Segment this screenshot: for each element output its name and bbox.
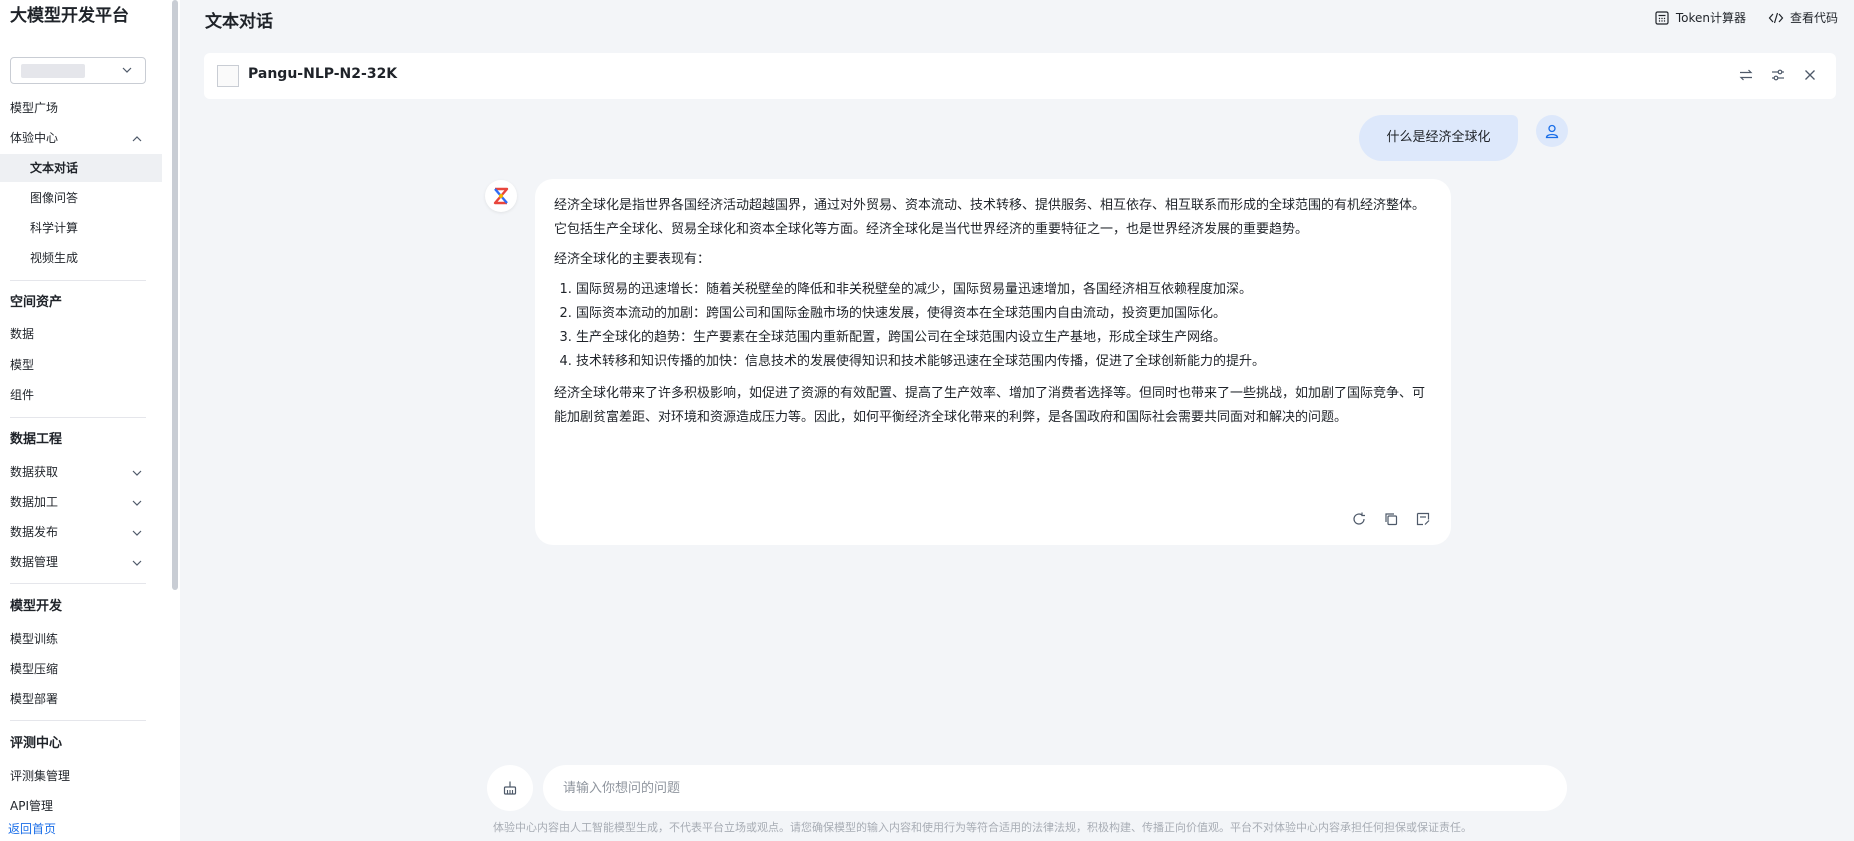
nav-api-manage[interactable]: API管理: [10, 796, 53, 816]
main-area: 文本对话 Token计算器 查看代码 Pangu-NLP-N2-32K 什么是经…: [180, 0, 1854, 841]
nav-data-manage[interactable]: 数据管理: [10, 552, 58, 572]
chevron-down-icon[interactable]: [131, 467, 143, 479]
code-icon: [1768, 12, 1784, 23]
nav-model-train[interactable]: 模型训练: [10, 629, 58, 649]
token-calculator-button[interactable]: Token计算器: [1654, 9, 1746, 26]
broom-icon: [503, 781, 517, 795]
space-select-value: [21, 64, 85, 78]
chevron-up-icon[interactable]: [131, 133, 143, 145]
answer-actions: [1351, 511, 1431, 527]
model-bar: Pangu-NLP-N2-32K: [204, 53, 1836, 99]
nav-eval-set-manage[interactable]: 评测集管理: [10, 766, 70, 786]
nav-model-compress[interactable]: 模型压缩: [10, 659, 58, 679]
user-icon: [1545, 124, 1559, 139]
divider: [10, 583, 146, 584]
nav-model[interactable]: 模型: [10, 355, 34, 375]
clear-chat-button[interactable]: [487, 765, 533, 811]
view-code-button[interactable]: 查看代码: [1768, 9, 1838, 26]
user-avatar: [1536, 115, 1568, 147]
answer-list: 国际贸易的迅速增长：随着关税壁垒的降低和非关税壁垒的减少，国际贸易量迅速增加，各…: [554, 278, 1431, 374]
nav-video-gen[interactable]: 视频生成: [30, 248, 78, 268]
nav-component[interactable]: 组件: [10, 385, 34, 405]
answer-paragraph: 经济全球化带来了许多积极影响，如促进了资源的有效配置、提高了生产效率、增加了消费…: [554, 386, 1426, 425]
sliders-icon[interactable]: [1770, 67, 1786, 83]
refresh-icon[interactable]: [1351, 511, 1367, 527]
nav-text-chat[interactable]: 文本对话: [30, 158, 78, 178]
page-title: 文本对话: [205, 12, 273, 32]
divider: [10, 280, 146, 281]
list-item: 国际贸易的迅速增长：随着关税壁垒的降低和非关税壁垒的减少，国际贸易量迅速增加，各…: [576, 278, 1431, 302]
sidebar-scrollbar[interactable]: [170, 0, 180, 841]
user-message-bubble: 什么是经济全球化: [1359, 115, 1518, 161]
chat-input[interactable]: [543, 765, 1567, 811]
top-actions: Token计算器 查看代码: [1654, 9, 1838, 26]
list-item: 国际资本流动的加剧：跨国公司和国际金融市场的快速发展，使得资本在全球范围内自由流…: [576, 302, 1431, 326]
group-data-engineering: 数据工程: [10, 432, 63, 447]
nav-image-qa[interactable]: 图像问答: [30, 188, 78, 208]
list-item: 生产全球化的趋势：生产要素在全球范围内重新配置，跨国公司在全球范围内设立生产基地…: [576, 326, 1431, 350]
group-space-assets: 空间资产: [10, 295, 63, 310]
nav-data-acquire[interactable]: 数据获取: [10, 462, 58, 482]
chevron-down-icon: [122, 67, 132, 73]
assistant-answer: 经济全球化是指世界各国经济活动超越国界，通过对外贸易、资本流动、技术转移、提供服…: [535, 179, 1451, 545]
nav-model-square[interactable]: 模型广场: [10, 98, 58, 118]
divider: [10, 417, 146, 418]
brand-title: 大模型开发平台: [10, 6, 129, 26]
model-name: Pangu-NLP-N2-32K: [248, 66, 398, 82]
pangu-logo-icon: [493, 187, 509, 205]
disclaimer-text: 体验中心内容由人工智能模型生成，不代表平台立场或观点。请您确保模型的输入内容和使…: [493, 821, 1472, 834]
space-select[interactable]: [10, 57, 146, 84]
model-logo-icon: [217, 65, 239, 87]
view-code-label: 查看代码: [1789, 11, 1838, 25]
back-home-link[interactable]: 返回首页: [8, 820, 56, 837]
chevron-down-icon[interactable]: [131, 527, 143, 539]
feedback-icon[interactable]: [1415, 511, 1431, 527]
nav-model-deploy[interactable]: 模型部署: [10, 689, 58, 709]
copy-icon[interactable]: [1383, 511, 1399, 527]
close-icon[interactable]: [1802, 67, 1818, 83]
nav-data[interactable]: 数据: [10, 324, 34, 344]
nav-science-calc[interactable]: 科学计算: [30, 218, 78, 238]
scrollbar-thumb[interactable]: [172, 0, 178, 590]
nav-data-process[interactable]: 数据加工: [10, 492, 58, 512]
model-bar-actions: [1738, 67, 1818, 83]
sidebar: 大模型开发平台 模型广场 体验中心 文本对话 图像问答 科学计算 视频生成 空间…: [0, 0, 170, 841]
bot-avatar: [485, 180, 517, 212]
list-item: 技术转移和知识传播的加快：信息技术的发展使得知识和技术能够迅速在全球范围内传播，…: [576, 350, 1431, 374]
token-calculator-label: Token计算器: [1675, 11, 1746, 25]
chevron-down-icon[interactable]: [131, 497, 143, 509]
chevron-down-icon[interactable]: [131, 557, 143, 569]
nav-experience-center[interactable]: 体验中心: [10, 128, 58, 148]
answer-paragraph: 经济全球化的主要表现有：: [554, 252, 711, 267]
swap-icon[interactable]: [1738, 67, 1754, 83]
nav-data-publish[interactable]: 数据发布: [10, 522, 58, 542]
answer-paragraph: 经济全球化是指世界各国经济活动超越国界，通过对外贸易、资本流动、技术转移、提供服…: [554, 198, 1426, 237]
group-model-dev: 模型开发: [10, 599, 63, 614]
group-eval-center: 评测中心: [10, 736, 63, 751]
divider: [10, 720, 146, 721]
calculator-icon: [1655, 10, 1669, 25]
nav-active-highlight: [0, 154, 162, 182]
